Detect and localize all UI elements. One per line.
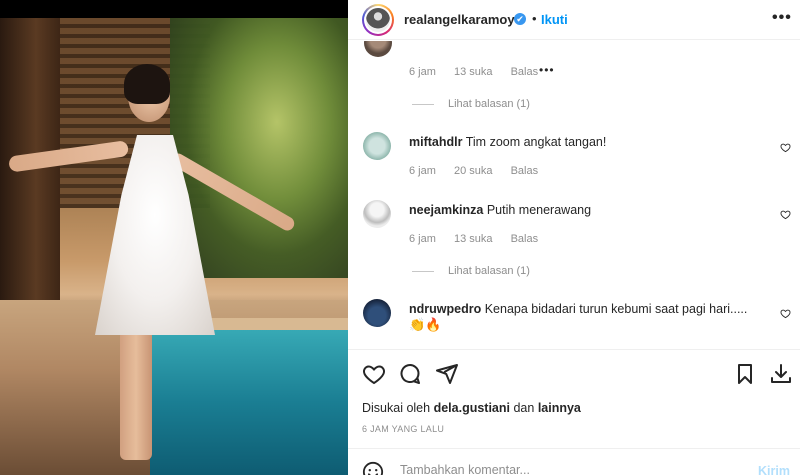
download-icon[interactable] <box>769 362 793 386</box>
comments-list[interactable]: 6 jam 13 suka Balas ••• Lihat balasan (1… <box>348 41 800 348</box>
comment-username[interactable]: ndruwpedro <box>409 302 481 316</box>
reply-button[interactable]: Balas <box>511 66 539 78</box>
more-options-icon[interactable]: ••• <box>772 9 792 27</box>
comment-likes[interactable]: 13 suka <box>454 233 493 245</box>
comment-username[interactable]: neejamkinza <box>409 203 483 217</box>
post-side-panel: realangelkaramoy ✔ • Ikuti ••• 6 jam 13 … <box>348 0 800 475</box>
view-replies-label: Lihat balasan (1) <box>448 98 530 110</box>
post-comment-button[interactable]: Kirim <box>758 464 790 475</box>
photo-top-bar <box>0 0 348 18</box>
emoji-smile-icon[interactable] <box>362 461 384 475</box>
comment-text: neejamkinza Putih menerawang <box>409 203 591 217</box>
author-username[interactable]: realangelkaramoy <box>404 12 515 27</box>
comment-time: 6 jam <box>409 165 436 177</box>
comment-avatar[interactable] <box>363 200 391 228</box>
post-photo[interactable] <box>0 0 348 475</box>
likes-prefix: Disukai oleh <box>362 401 431 415</box>
view-replies-button[interactable]: Lihat balasan (1) <box>412 98 530 110</box>
photo-figure-legs <box>120 330 152 460</box>
view-replies-button[interactable]: Lihat balasan (1) <box>412 265 530 277</box>
comment-emoji: 👏🔥 <box>409 317 442 332</box>
likes-joiner: dan <box>513 401 535 415</box>
add-comment-bar: Kirim <box>348 448 800 475</box>
photo-pool <box>150 330 348 475</box>
post-timestamp[interactable]: 6 JAM YANG LALU <box>362 424 444 434</box>
comment-meta: 6 jam 13 suka Balas <box>409 233 553 245</box>
photo-figure-hair <box>124 64 170 104</box>
reply-button[interactable]: Balas <box>511 233 539 245</box>
comment-like-heart-icon[interactable] <box>780 308 791 319</box>
comment-time: 6 jam <box>409 233 436 245</box>
verified-badge-icon: ✔ <box>514 13 526 25</box>
comment-input[interactable] <box>400 463 720 475</box>
comment-text: ndruwpedro Kenapa bidadari turun kebumi … <box>409 302 747 316</box>
comment-text: miftahdlr Tim zoom angkat tangan! <box>409 135 606 149</box>
comment-body: Putih menerawang <box>486 203 592 217</box>
share-icon[interactable] <box>435 362 459 386</box>
comment-time: 6 jam <box>409 66 436 78</box>
comment-likes[interactable]: 13 suka <box>454 66 493 78</box>
post-actions-bar <box>348 349 800 397</box>
separator-dot: • <box>532 11 537 26</box>
heart-icon[interactable] <box>362 362 386 386</box>
comment-likes[interactable]: 20 suka <box>454 165 493 177</box>
comment-meta: 6 jam 20 suka Balas <box>409 165 553 177</box>
view-replies-label: Lihat balasan (1) <box>448 265 530 277</box>
comment-avatar[interactable] <box>363 132 391 160</box>
likes-summary: Disukai oleh dela.gustiani dan lainnya <box>362 401 581 415</box>
view-replies-dash <box>412 103 434 105</box>
reply-button[interactable]: Balas <box>511 165 539 177</box>
bookmark-icon[interactable] <box>733 362 757 386</box>
post-header: realangelkaramoy ✔ • Ikuti ••• <box>348 0 800 40</box>
likes-others-link[interactable]: lainnya <box>538 401 581 415</box>
comment-more-icon[interactable]: ••• <box>539 63 555 77</box>
likes-user-link[interactable]: dela.gustiani <box>434 401 510 415</box>
comment-avatar[interactable] <box>363 299 391 327</box>
follow-button[interactable]: Ikuti <box>541 12 568 27</box>
instagram-post-view: realangelkaramoy ✔ • Ikuti ••• 6 jam 13 … <box>0 0 800 475</box>
comment-like-heart-icon[interactable] <box>780 209 791 220</box>
comment-avatar[interactable] <box>364 41 392 57</box>
author-avatar[interactable] <box>362 4 394 36</box>
comment-body: Kenapa bidadari turun kebumi saat pagi h… <box>484 302 748 316</box>
view-replies-dash <box>412 270 434 272</box>
comment-meta: 6 jam 13 suka Balas <box>409 66 553 78</box>
comment-icon[interactable] <box>398 362 422 386</box>
comment-body: Tim zoom angkat tangan! <box>465 135 607 149</box>
comment-username[interactable]: miftahdlr <box>409 135 462 149</box>
comment-like-heart-icon[interactable] <box>780 142 791 153</box>
